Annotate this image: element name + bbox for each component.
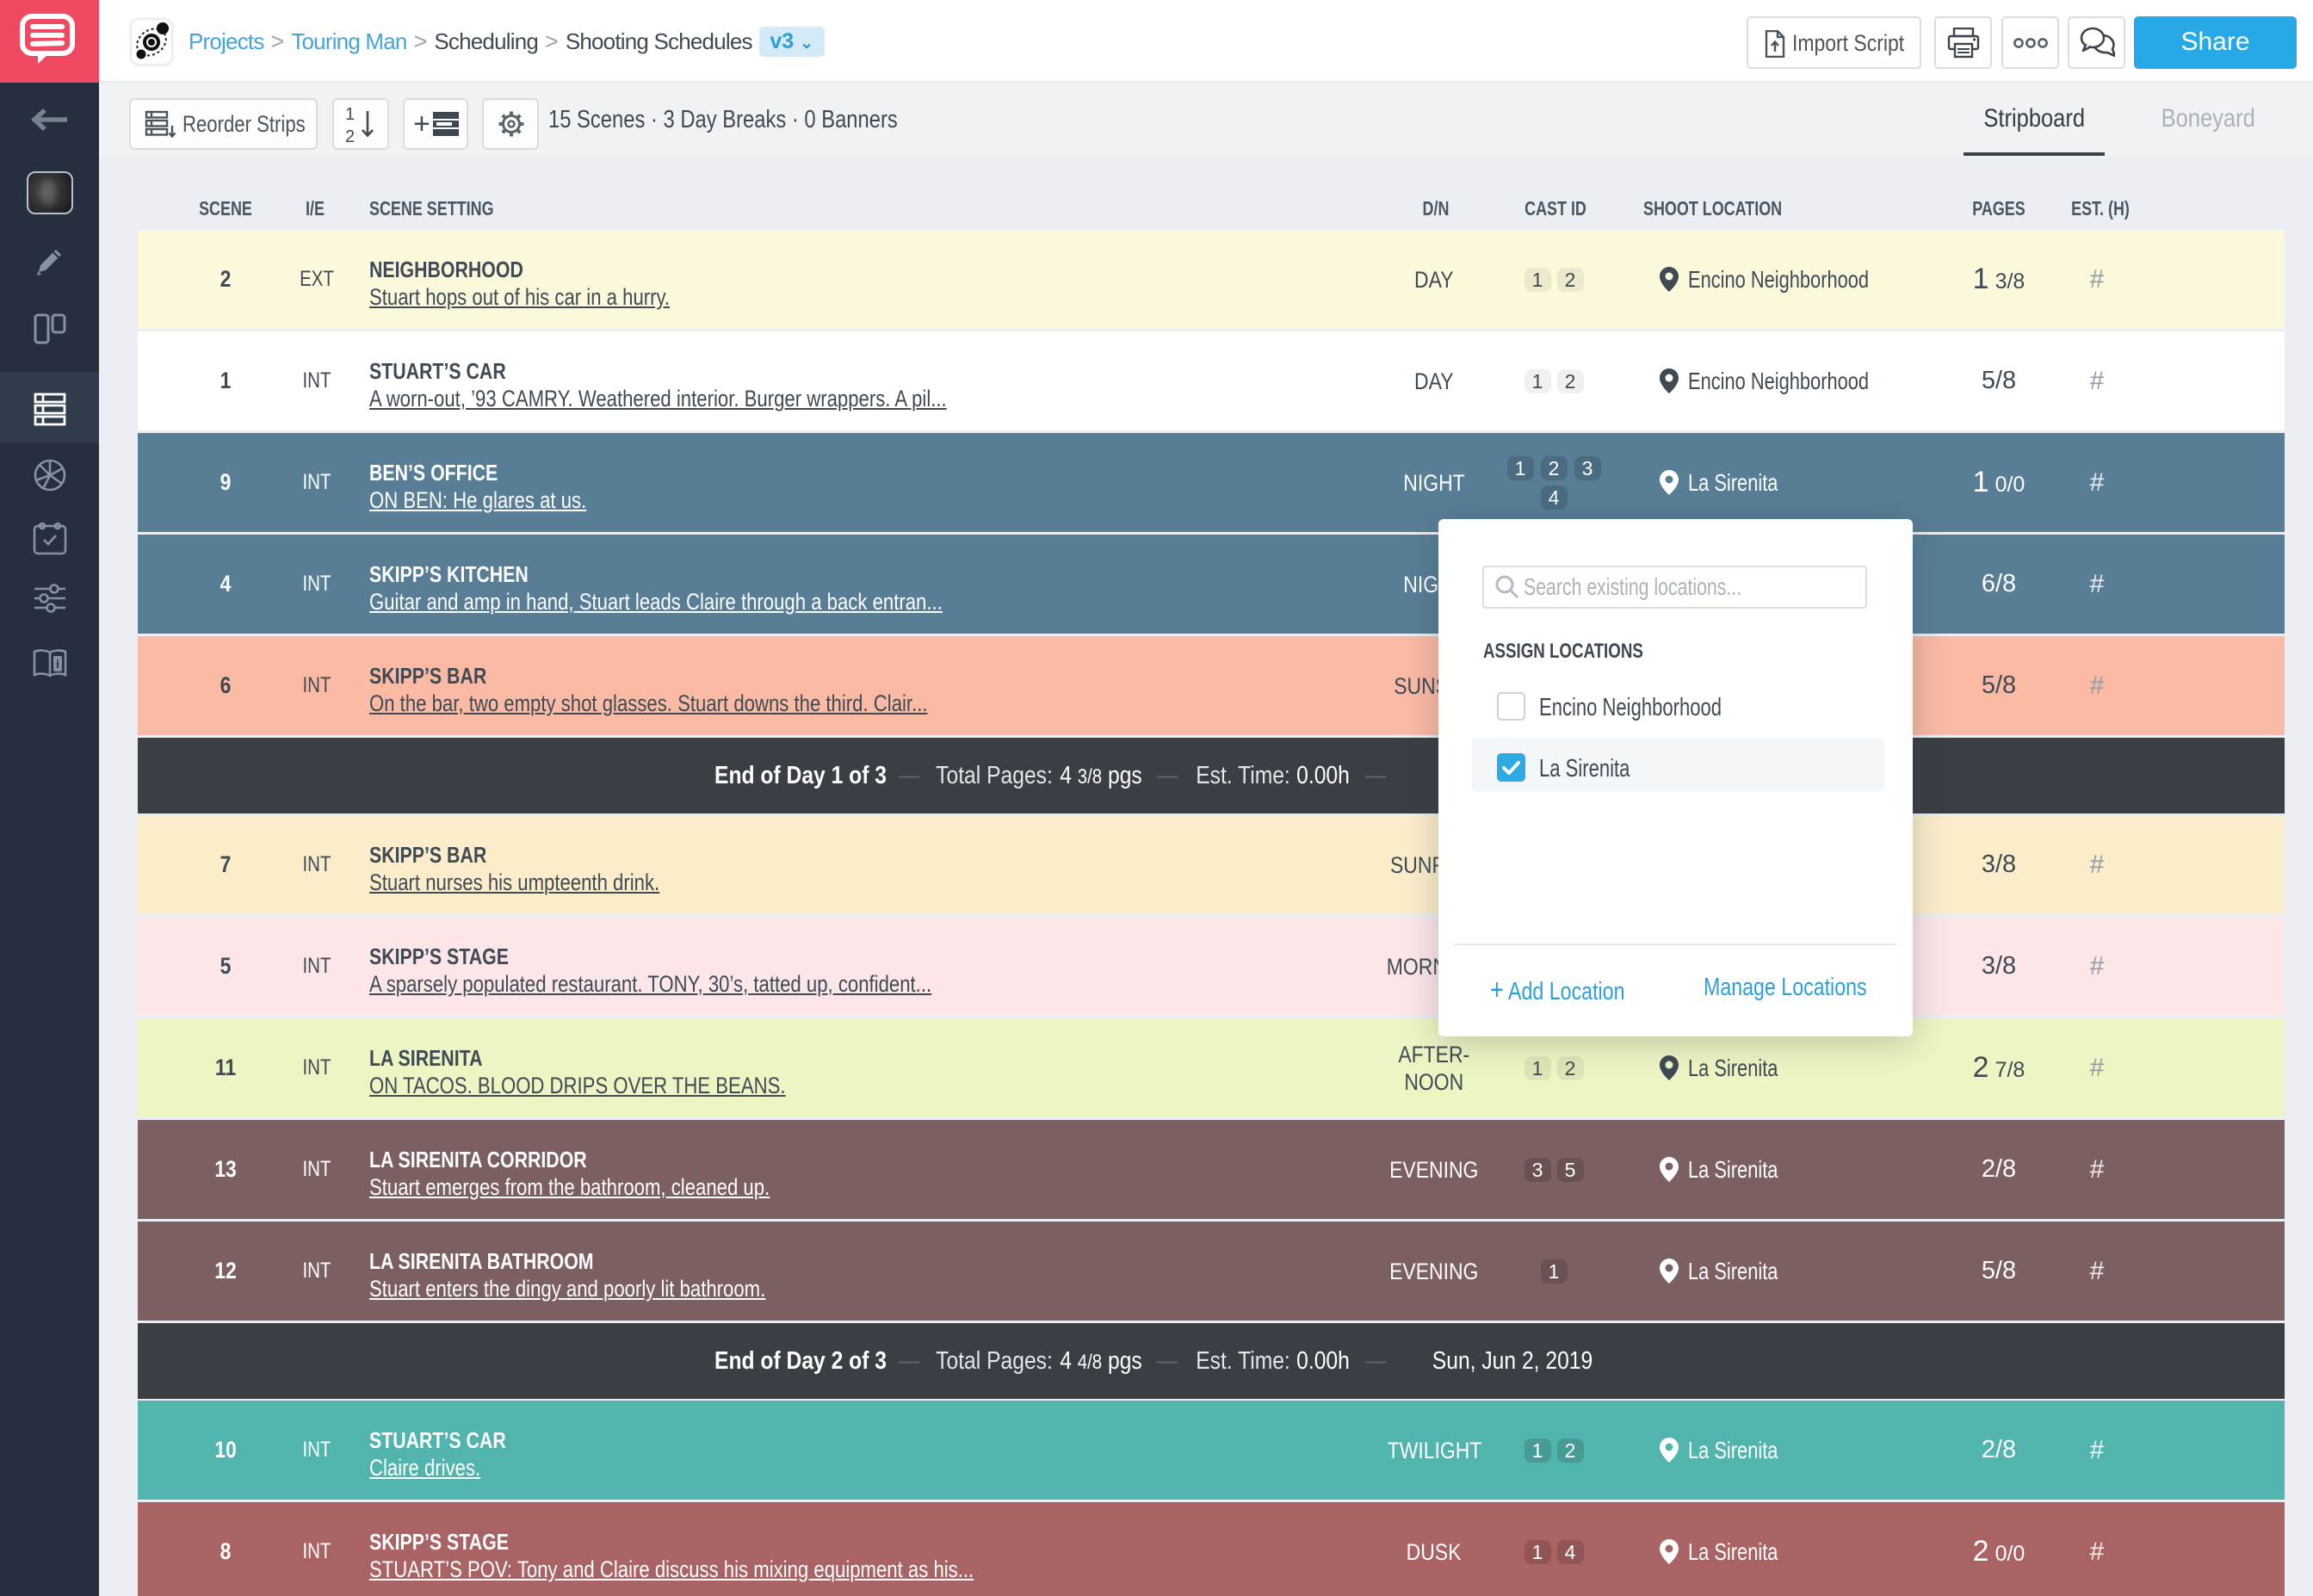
svg-text:i: i — [56, 657, 59, 671]
